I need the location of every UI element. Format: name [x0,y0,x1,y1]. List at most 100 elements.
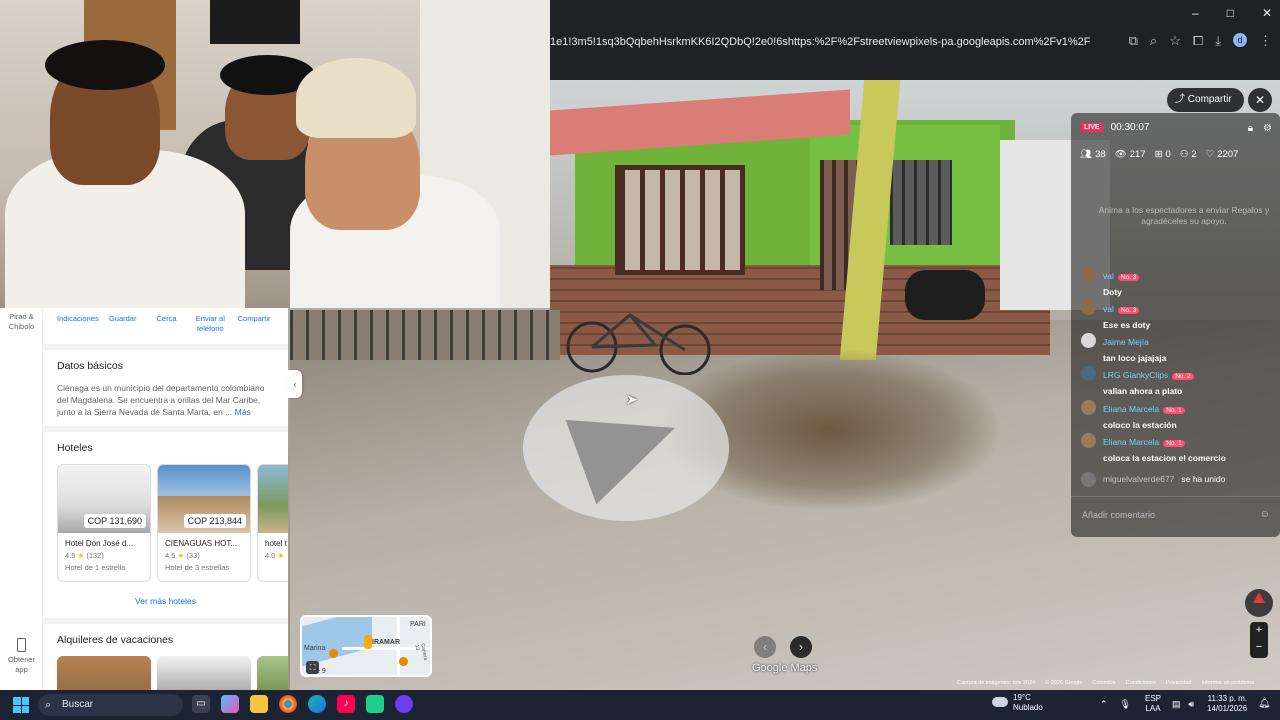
start-button[interactable] [13,697,29,713]
online-count: 38 [1095,149,1106,160]
comment-user[interactable]: Jaime Mejía [1103,337,1149,347]
minimize-button[interactable]: – [1192,6,1199,20]
live-header: LIVE 00:30:07 [1081,122,1150,133]
clock[interactable]: 11:33 p. m. 14/01/2026 [1207,694,1247,714]
country-link[interactable]: Colombia [1092,680,1115,686]
hotel-card[interactable]: hotel t 4.0 ★ [257,464,288,582]
comment-text: tan loco jajajaja [1103,353,1167,363]
zoom-in-button[interactable]: + [1250,622,1268,639]
edge-icon[interactable] [308,695,326,713]
get-app-button[interactable]: Obtener app [0,638,43,675]
rental-photo[interactable] [157,656,251,690]
zoom-control[interactable]: + − [1250,622,1268,658]
save-button[interactable]: Guardar [101,314,145,344]
send-to-phone-button[interactable]: Enviar al teléfono [188,314,232,344]
extensions-icon[interactable]: ⧠ [1193,33,1203,49]
zoom-out-button[interactable]: − [1250,639,1268,656]
hotel-photo [258,465,288,533]
weather-temp: 19°C [1013,693,1031,702]
chat-comment: val No. 3 Ese es doty [1081,299,1276,330]
comment-user[interactable]: Eliana Marcela [1103,404,1159,414]
microphone-icon[interactable]: 🎙︎ [1120,699,1131,710]
tiktok-icon[interactable]: ♪ [337,695,355,713]
stat-views: 👁︎ 217 [1115,149,1146,160]
volume-icon: 🔊︎ [1188,699,1195,709]
close-window-button[interactable]: ✕ [1262,6,1272,20]
rail-recent-place[interactable]: Pirao & Chibolo [0,312,43,332]
directions-button[interactable]: Indicaciones [57,314,101,344]
joined-user[interactable]: miguelvalverde677 [1103,474,1174,484]
comment-user[interactable]: val [1103,271,1114,281]
terms-link[interactable]: Condiciones [1126,680,1156,686]
bicycle [566,313,711,375]
share-place-button[interactable]: Compartir [232,314,276,344]
hotel-name: hotel t [265,539,287,548]
nearby-button[interactable]: Cerca [145,314,189,344]
copilot-icon[interactable] [221,695,239,713]
minimap[interactable]: PARI IRAMAR Carrera 13 Marina e 9 ⛶ [300,615,432,677]
share-label: Compartir [1187,94,1232,105]
bookmark-star-icon[interactable]: ☆ [1169,33,1181,49]
google-maps-logo: Google Maps [752,662,818,674]
download-icon[interactable]: ⤓ [1215,33,1221,49]
task-view-icon[interactable]: ▭ [192,695,210,713]
gifts-count: 0 [1165,149,1171,160]
collapse-panel-button[interactable]: ‹ [288,370,302,398]
url-text[interactable]: 1e1!3m5!1sq3bQqbehHsrkmKK6I2QDbQ!2e0!6sh… [550,30,1090,54]
zoom-icon[interactable]: ⌕ [1150,33,1157,49]
lock-icon[interactable]: 🔒︎ [1248,123,1253,134]
obs-icon[interactable] [395,695,413,713]
network-volume-group[interactable]: ▤ 🔊︎ [1172,699,1194,710]
rental-photo[interactable] [257,656,288,690]
emoji-icon[interactable]: ☺ [1260,509,1270,520]
chrome-icon[interactable] [279,695,297,713]
file-explorer-icon[interactable] [250,695,268,713]
language-indicator[interactable]: ESP LAA [1145,694,1161,714]
profile-avatar[interactable]: d [1233,33,1247,47]
notification-bell-icon[interactable]: 🔔︎ [1258,698,1271,709]
maximize-button[interactable]: □ [1227,6,1234,20]
comment-text: Doty [1103,287,1122,297]
close-street-view-button[interactable]: ✕ [1248,88,1272,112]
hotel-card[interactable]: COP 213,844 CIENAGUAS HOT... 4.5 ★ (33) … [157,464,251,582]
rental-photo[interactable] [57,656,151,690]
install-app-icon[interactable]: ⧉ [1129,33,1138,49]
comment-user[interactable]: LRG GiankyClips [1103,370,1168,380]
hotel-type: Hotel de 1 estrella [65,563,126,572]
browser-chrome: – □ ✕ 1e1!3m5!1sq3bQqbehHsrkmKK6I2QDbQ!2… [550,0,1280,80]
comment-user[interactable]: Eliana Marcela [1103,437,1159,447]
chevron-up-icon[interactable]: ⌃ [1100,699,1108,710]
more-link[interactable]: Más [235,407,251,417]
hotel-rating: 4.5 ★ (132) [65,551,150,560]
privacy-link[interactable]: Privacidad [1166,680,1192,686]
rank-badge: No. 3 [1117,274,1140,281]
comment-user[interactable]: val [1103,304,1114,314]
chat-comment: Eliana Marcela No. 1 coloco la estación [1081,399,1276,430]
settings-gear-icon[interactable]: ⚙ [1263,123,1272,134]
previous-photo-button[interactable]: ‹ [754,636,776,658]
rank-badge: No. 1 [1163,407,1185,414]
add-comment-input[interactable]: Añadir comentario ☺ [1071,496,1280,532]
stat-members: ⚇ 2 [1180,149,1197,160]
expand-map-icon[interactable]: ⛶ [306,661,319,674]
capcut-icon[interactable] [366,695,384,713]
minimap-sea [302,617,372,667]
likes-count: 2207 [1217,149,1239,160]
star-icon: ★ [277,551,285,560]
hotel-card[interactable]: COP 131,690 Hotel Don José d... 4.5 ★ (1… [57,464,151,582]
see-more-hotels-link[interactable]: Ver más hoteles [57,596,274,606]
rentals-title: Alquileres de vacaciones [57,634,174,646]
next-photo-button[interactable]: › [790,636,812,658]
people-icon: 👥︎ [1080,149,1093,160]
basics-section: Datos básicos Ciénaga es un municipio de… [43,344,288,426]
person-3-cap [296,58,416,138]
heart-icon: ♡ [1205,149,1215,160]
taskbar-search[interactable]: ⌕ Buscar [38,694,183,716]
basics-text: Ciénaga es un municipio del departamento… [57,383,265,417]
share-button[interactable]: ⤴ Compartir [1167,88,1244,112]
rating-value: 4.5 [65,551,76,560]
report-problem-link[interactable]: Informar un problema [1202,680,1255,686]
weather-widget[interactable]: 19°C Nublado [992,693,1043,713]
rentals-carousel [57,656,288,690]
menu-kebab-icon[interactable]: ⋮ [1259,33,1272,49]
